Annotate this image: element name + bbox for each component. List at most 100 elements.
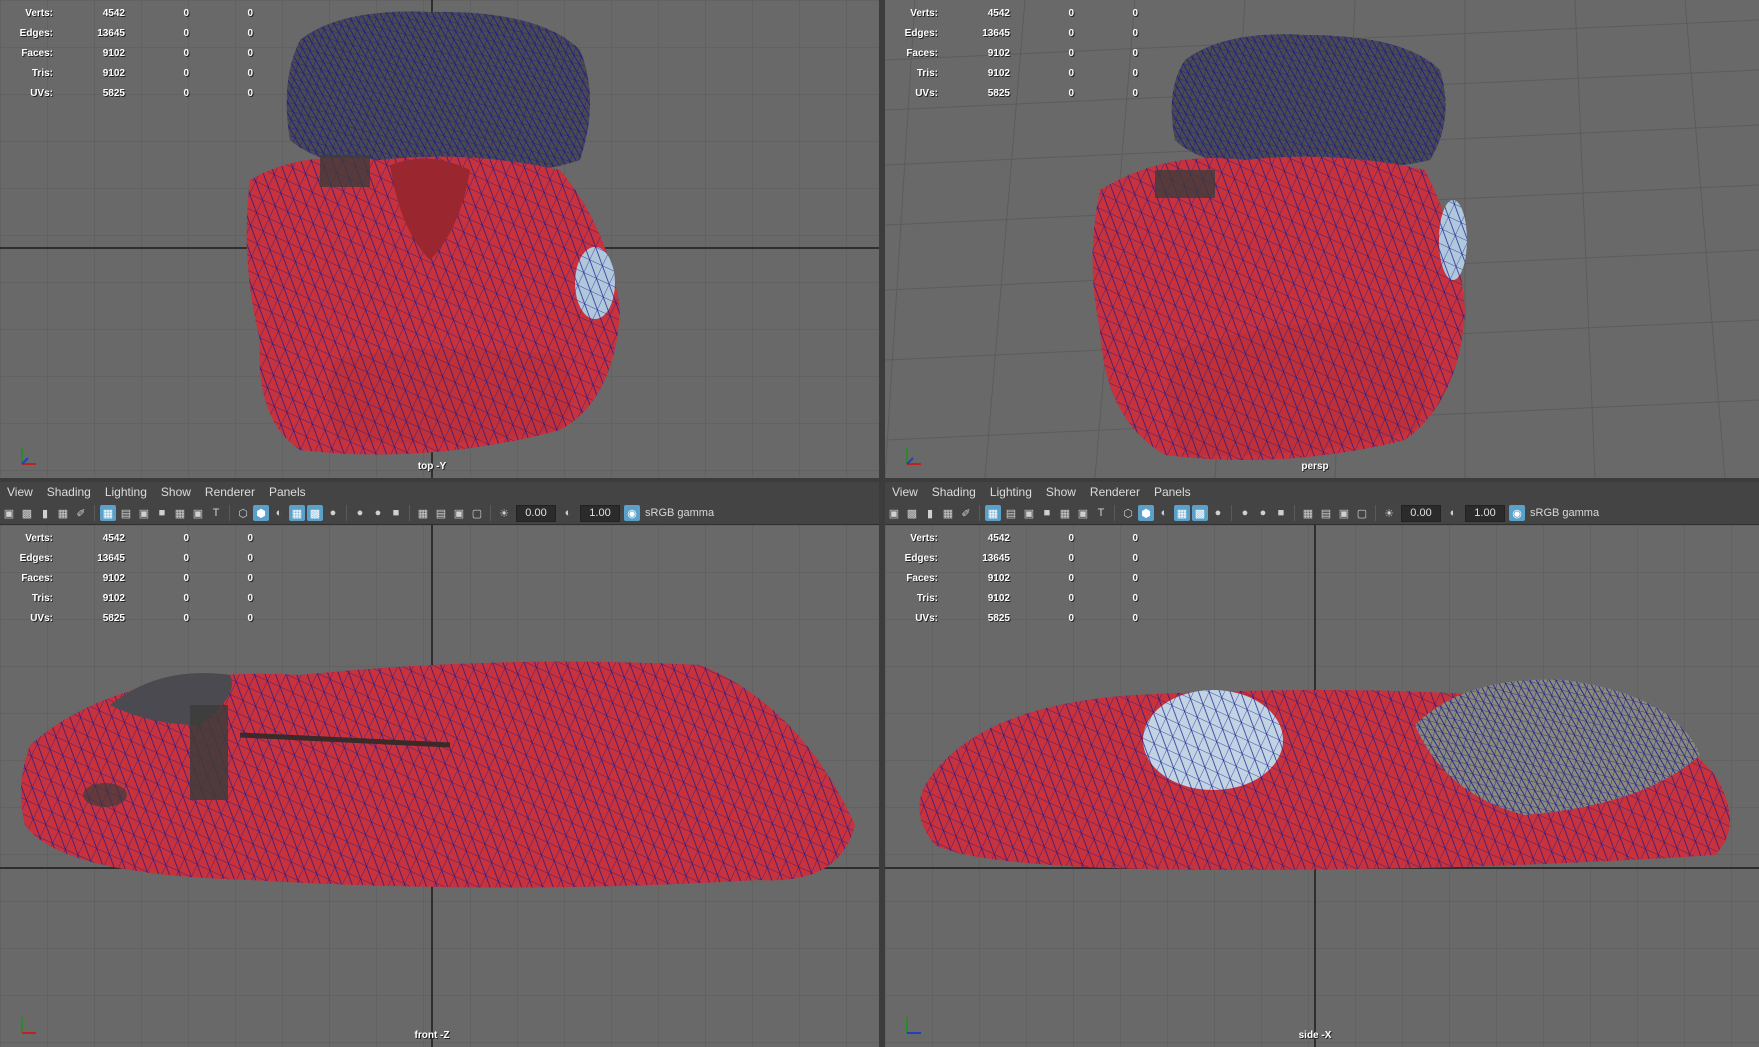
panel-toolbar-side: ▣ ▩ ▮ ▦ ✐ ▦ ▤ ▣ ■ ▦ ▣ T ⬡ ⬢ ◐ ▦ ▩ ● ● ● … <box>885 502 1759 525</box>
anti-aliasing-icon[interactable]: ■ <box>388 505 404 521</box>
film-gate-icon[interactable]: ▤ <box>1003 505 1019 521</box>
viewport-persp[interactable]: Verts: 4542 0 0 Edges: 13645 0 0 Faces: 9102 0 0 … <box>885 0 1759 478</box>
bookmark-icon[interactable]: ▮ <box>922 505 938 521</box>
menu-renderer[interactable]: Renderer <box>198 485 262 499</box>
safe-action-icon[interactable]: ▣ <box>1075 505 1091 521</box>
poly-count-hud: Verts: 4542 0 0 Edges: 13645 0 0 Faces: 9102 0 0 … <box>8 529 253 629</box>
resolution-gate-icon[interactable]: ▣ <box>1021 505 1037 521</box>
hud-row-faces: Faces: 9102 0 0 <box>906 573 1138 584</box>
gate-mask-icon[interactable]: ■ <box>1039 505 1055 521</box>
color-management-icon[interactable]: ◉ <box>1509 505 1525 521</box>
menu-view[interactable]: View <box>0 485 40 499</box>
ambient-occlusion-icon[interactable]: ● <box>1237 505 1253 521</box>
anti-aliasing-icon[interactable]: ■ <box>1273 505 1289 521</box>
camera-icon[interactable]: ▣ <box>1 505 17 521</box>
hud-row-verts: Verts: 4542 0 0 <box>910 8 1138 19</box>
gamma-field[interactable]: 1.00 <box>580 504 620 522</box>
hud-row-verts: Verts: 4542 0 0 <box>25 533 253 544</box>
isolate-select-icon[interactable]: ▦ <box>1300 505 1316 521</box>
resolution-gate-icon[interactable]: ▣ <box>136 505 152 521</box>
hud-row-faces: Faces: 9102 0 0 <box>21 48 253 59</box>
menu-show[interactable]: Show <box>1039 485 1083 499</box>
hud-row-edges: Edges: 13645 0 0 <box>904 28 1138 39</box>
image-plane-icon[interactable]: ▦ <box>55 505 71 521</box>
toolbar-separator <box>1375 505 1376 521</box>
exposure-icon[interactable]: ☀ <box>496 505 512 521</box>
axis-gizmo-icon <box>21 448 36 465</box>
panel-menu-bar-side: View Shading Lighting Show Renderer Pane… <box>885 482 1759 502</box>
xray-joints-icon[interactable]: ▤ <box>1318 505 1334 521</box>
panel-divider-horizontal[interactable] <box>0 478 1759 482</box>
gate-mask-icon[interactable]: ■ <box>154 505 170 521</box>
menu-lighting[interactable]: Lighting <box>983 485 1039 499</box>
grease-pencil-icon[interactable]: ✐ <box>958 505 974 521</box>
viewport-side[interactable]: Verts: 4542 0 0 Edges: 13645 0 0 Faces: 9102 0 0 … <box>885 525 1759 1047</box>
hud-row-uvs: UVs: 5825 0 0 <box>30 613 253 624</box>
gamma-icon[interactable]: ◐ <box>1445 505 1461 521</box>
safe-title-icon[interactable]: T <box>208 505 224 521</box>
wireframe-icon[interactable]: ⬡ <box>235 505 251 521</box>
motion-blur-icon[interactable]: ● <box>1255 505 1271 521</box>
menu-shading[interactable]: Shading <box>40 485 98 499</box>
hud-row-verts: Verts: 4542 0 0 <box>910 533 1138 544</box>
toolbar-separator <box>979 505 980 521</box>
xray-active-icon[interactable]: ▣ <box>1336 505 1352 521</box>
image-plane-icon[interactable]: ▦ <box>940 505 956 521</box>
gamma-icon[interactable]: ◐ <box>560 505 576 521</box>
menu-panels[interactable]: Panels <box>1147 485 1198 499</box>
exposure-field[interactable]: 0.00 <box>1401 504 1441 522</box>
toolbar-separator <box>1114 505 1115 521</box>
camera-attributes-icon[interactable]: ▩ <box>19 505 35 521</box>
menu-shading[interactable]: Shading <box>925 485 983 499</box>
smooth-shade-icon[interactable]: ⬢ <box>1138 505 1154 521</box>
hud-row-tris: Tris: 9102 0 0 <box>31 593 253 604</box>
isolate-select-icon[interactable]: ▦ <box>415 505 431 521</box>
gamma-field[interactable]: 1.00 <box>1465 504 1505 522</box>
menu-renderer[interactable]: Renderer <box>1083 485 1147 499</box>
field-chart-icon[interactable]: ▦ <box>1057 505 1073 521</box>
smooth-shade-icon[interactable]: ⬢ <box>253 505 269 521</box>
safe-action-icon[interactable]: ▣ <box>190 505 206 521</box>
backface-culling-icon[interactable]: ▢ <box>1354 505 1370 521</box>
camera-label: top -Y <box>417 461 447 472</box>
wireframe-on-shaded-icon[interactable]: ◐ <box>271 505 287 521</box>
exposure-icon[interactable]: ☀ <box>1381 505 1397 521</box>
camera-icon[interactable]: ▣ <box>886 505 902 521</box>
menu-view[interactable]: View <box>885 485 925 499</box>
viewport-top[interactable]: Verts: 4542 0 0 Edges: 13645 0 0 Faces: 9102 0 0 … <box>0 0 879 478</box>
color-management-icon[interactable]: ◉ <box>624 505 640 521</box>
panel-divider-vertical[interactable] <box>879 0 885 1047</box>
panel-menu-bar-front: View Shading Lighting Show Renderer Pane… <box>0 482 879 502</box>
grid-icon[interactable]: ▦ <box>100 505 116 521</box>
camera-attributes-icon[interactable]: ▩ <box>904 505 920 521</box>
backface-culling-icon[interactable]: ▢ <box>469 505 485 521</box>
toolbar-separator <box>1231 505 1232 521</box>
xray-icon[interactable]: ▩ <box>1192 505 1208 521</box>
xray-joints-icon[interactable]: ▤ <box>433 505 449 521</box>
safe-title-icon[interactable]: T <box>1093 505 1109 521</box>
maya-four-view-layout: Verts: 4542 0 0 Edges: 13645 0 0 Faces: 9102 0 0 … <box>0 0 1759 1047</box>
textured-icon[interactable]: ▦ <box>1174 505 1190 521</box>
grease-pencil-icon[interactable]: ✐ <box>73 505 89 521</box>
wireframe-icon[interactable]: ⬡ <box>1120 505 1136 521</box>
exposure-field[interactable]: 0.00 <box>516 504 556 522</box>
ambient-occlusion-icon[interactable]: ● <box>352 505 368 521</box>
grid-icon[interactable]: ▦ <box>985 505 1001 521</box>
color-space-label[interactable]: sRGB gamma <box>645 507 714 519</box>
shadows-icon[interactable]: ● <box>1210 505 1226 521</box>
menu-lighting[interactable]: Lighting <box>98 485 154 499</box>
wireframe-on-shaded-icon[interactable]: ◐ <box>1156 505 1172 521</box>
field-chart-icon[interactable]: ▦ <box>172 505 188 521</box>
menu-panels[interactable]: Panels <box>262 485 313 499</box>
menu-show[interactable]: Show <box>154 485 198 499</box>
poly-count-hud: Verts: 4542 0 0 Edges: 13645 0 0 Faces: 9102 0 0 … <box>893 4 1138 104</box>
motion-blur-icon[interactable]: ● <box>370 505 386 521</box>
viewport-front[interactable]: Verts: 4542 0 0 Edges: 13645 0 0 Faces: 9102 0 0 … <box>0 525 879 1047</box>
textured-icon[interactable]: ▦ <box>289 505 305 521</box>
bookmark-icon[interactable]: ▮ <box>37 505 53 521</box>
shadows-icon[interactable]: ● <box>325 505 341 521</box>
xray-icon[interactable]: ▩ <box>307 505 323 521</box>
xray-active-icon[interactable]: ▣ <box>451 505 467 521</box>
film-gate-icon[interactable]: ▤ <box>118 505 134 521</box>
color-space-label[interactable]: sRGB gamma <box>1530 507 1599 519</box>
